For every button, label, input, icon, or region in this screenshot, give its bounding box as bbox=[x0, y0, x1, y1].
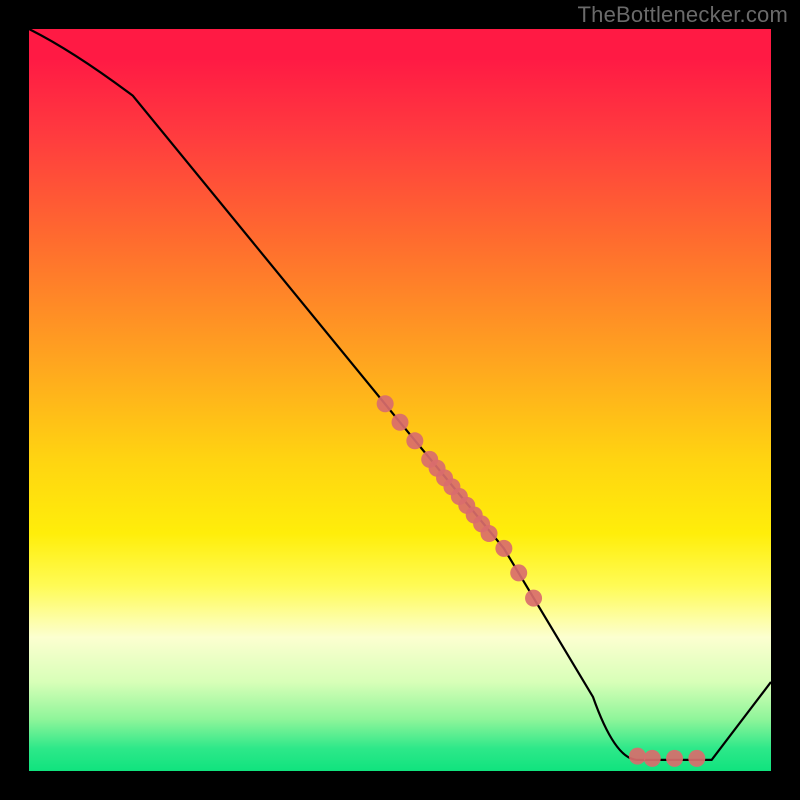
watermark-text: TheBottlenecker.com bbox=[578, 2, 788, 28]
data-marker bbox=[481, 525, 498, 542]
plot-area bbox=[29, 29, 771, 771]
data-marker bbox=[392, 414, 409, 431]
chart-frame: TheBottlenecker.com bbox=[0, 0, 800, 800]
data-markers bbox=[377, 395, 706, 767]
data-marker bbox=[495, 540, 512, 557]
bottleneck-curve bbox=[29, 29, 771, 760]
data-marker bbox=[666, 750, 683, 767]
data-marker bbox=[644, 750, 661, 767]
data-marker bbox=[525, 590, 542, 607]
chart-svg bbox=[29, 29, 771, 771]
data-marker bbox=[688, 750, 705, 767]
data-marker bbox=[406, 432, 423, 449]
data-marker bbox=[510, 564, 527, 581]
data-marker bbox=[629, 748, 646, 765]
data-marker bbox=[377, 395, 394, 412]
